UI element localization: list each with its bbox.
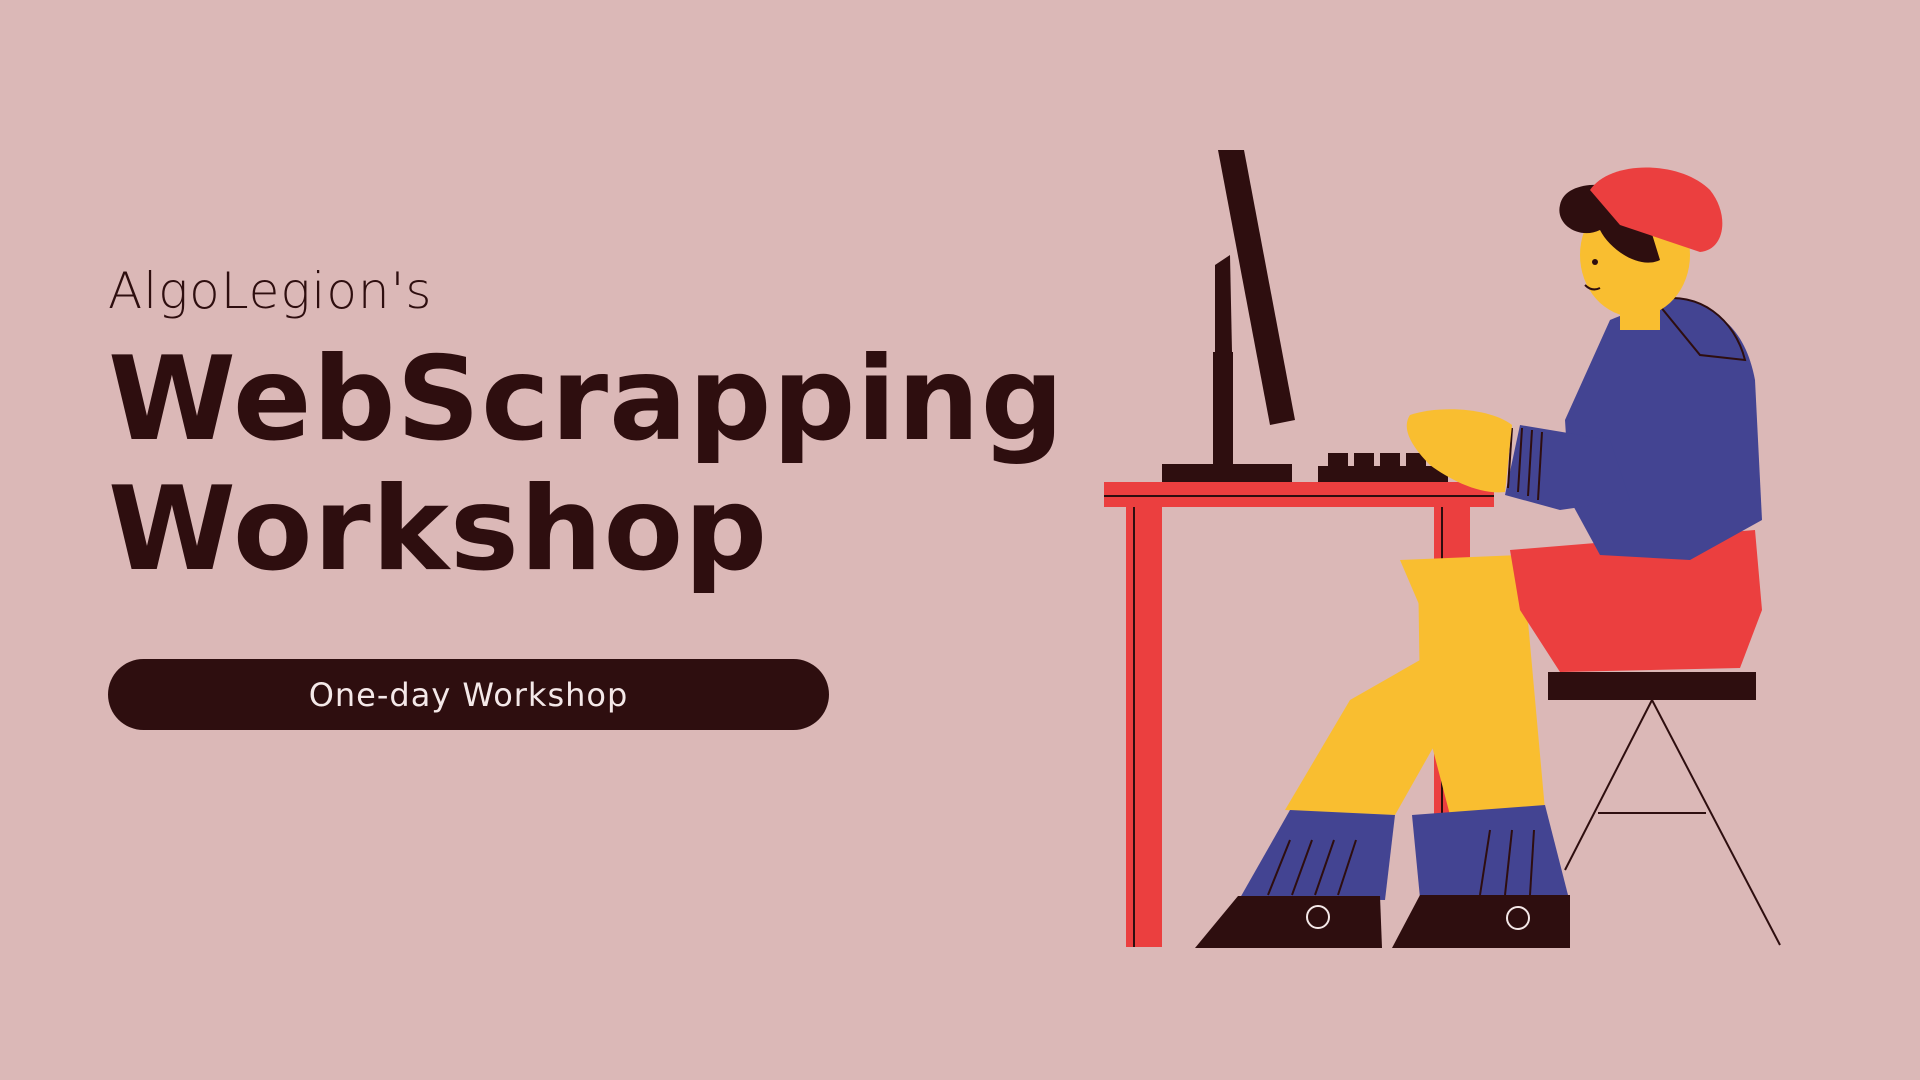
organizer-subtitle: AlgoLegion's — [108, 262, 433, 320]
stool-icon — [1564, 699, 1781, 946]
monitor-icon — [1162, 150, 1295, 482]
person-hoodie — [1505, 297, 1762, 560]
person-at-computer-illustration — [1104, 150, 1781, 948]
page-title: WebScrapping Workshop — [108, 335, 1065, 595]
workshop-banner: AlgoLegion's WebScrapping Workshop One-d… — [0, 0, 1920, 1080]
duration-badge: One-day Workshop — [108, 659, 829, 730]
title-line-1: WebScrapping — [108, 332, 1065, 467]
person-legs — [1195, 555, 1570, 948]
title-line-2: Workshop — [108, 462, 769, 597]
duration-badge-label: One-day Workshop — [308, 675, 629, 714]
